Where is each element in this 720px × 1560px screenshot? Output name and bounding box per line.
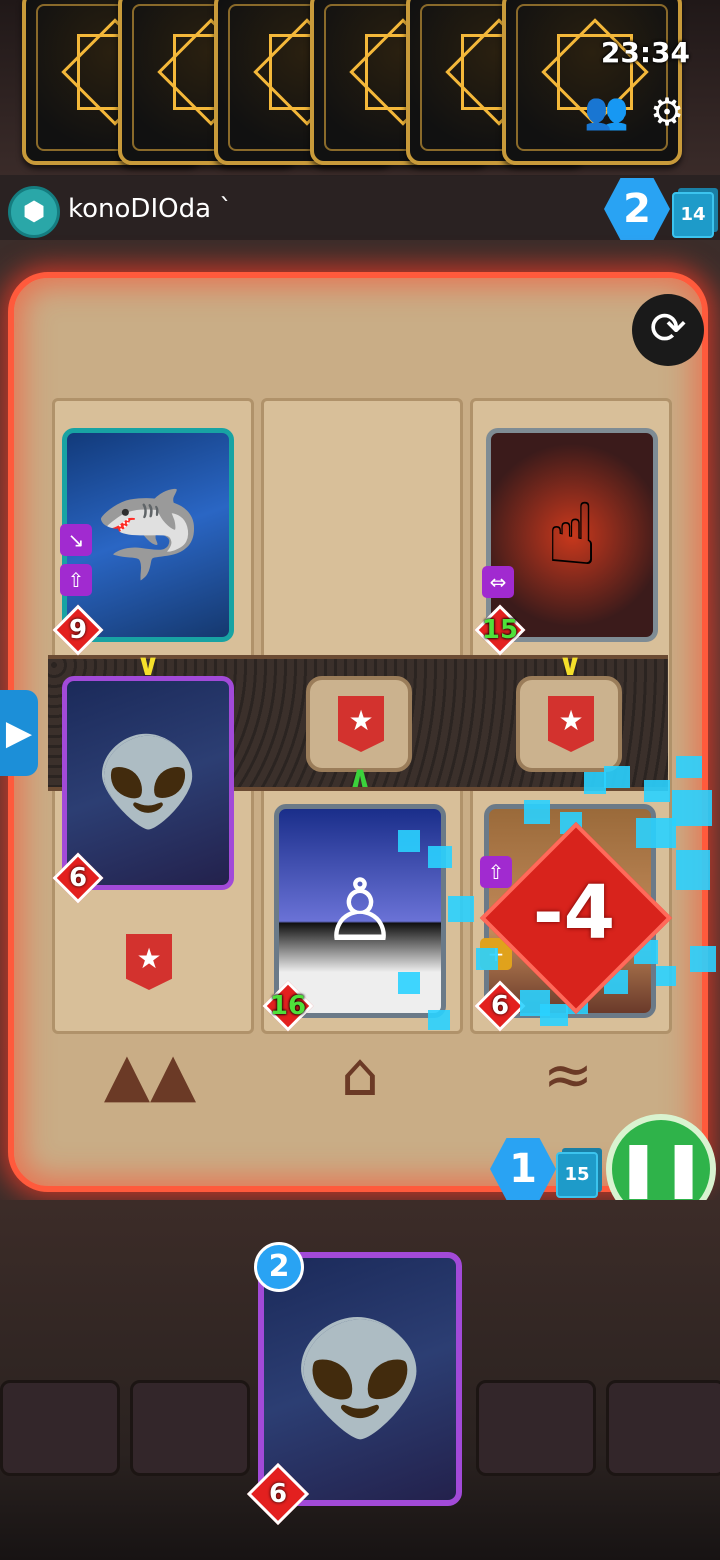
pixel-effect	[676, 756, 702, 778]
hand-card-cost: 2	[254, 1242, 304, 1292]
floor-panel	[606, 1380, 720, 1476]
opponent-avatar[interactable]: ⬢	[8, 186, 60, 238]
pixel-effect	[636, 818, 676, 848]
settings-button[interactable]: ⚙	[650, 90, 694, 134]
power-badge: 15	[474, 604, 526, 656]
base-flag-right: ★	[516, 676, 622, 772]
pixel-effect	[644, 780, 670, 802]
base-flag-middle: ★	[306, 676, 412, 772]
ability-swap-icon: ⇔	[482, 566, 514, 598]
mountain-icon: ▲▲	[103, 1040, 197, 1110]
floor-panel	[476, 1380, 596, 1476]
chevron-up-icon: ∧	[347, 760, 373, 795]
friends-button[interactable]: 👥	[584, 90, 629, 134]
waves-icon: ≈	[542, 1040, 594, 1110]
friends-icon: 👥	[584, 91, 629, 132]
pixel-effect	[690, 946, 716, 972]
base-flag-left: ★	[98, 918, 204, 1014]
bruiser-art: 👽	[94, 733, 202, 833]
side-panel-tab[interactable]: ▶	[0, 690, 38, 776]
opponent-deck-count: 14	[672, 192, 714, 238]
pixel-effect	[428, 846, 452, 868]
opponent-hand-card	[502, 0, 682, 165]
opponent-energy: 2	[604, 177, 670, 241]
pixel-effect	[428, 1010, 450, 1030]
star-icon: ★	[338, 696, 384, 752]
gear-icon: ⚙	[650, 90, 685, 134]
pixel-effect	[398, 830, 420, 852]
opponent-hand	[0, 0, 720, 175]
house-icon: ⌂	[340, 1040, 380, 1110]
cube-icon: ⬢	[22, 197, 46, 227]
floor-panel	[0, 1380, 120, 1476]
power-badge: 6	[474, 980, 526, 1032]
ability-arrow-icon: ↘	[60, 524, 92, 556]
star-icon: ★	[126, 934, 172, 990]
pixel-effect	[398, 972, 420, 994]
opponent-name[interactable]: konoDIOda `	[68, 194, 232, 224]
ability-up-icon: ⇧	[60, 564, 92, 596]
pixel-effect	[672, 790, 712, 826]
pixel-effect	[448, 896, 474, 922]
chevron-right-icon: ▶	[5, 713, 33, 753]
shark-art: 🦈	[94, 485, 202, 585]
pawn-art: ♙	[321, 861, 399, 961]
star-icon: ★	[548, 696, 594, 752]
pixel-effect	[676, 850, 710, 890]
status-time: 23:34	[600, 36, 690, 69]
pixel-effect	[656, 966, 676, 986]
floor-panel	[130, 1380, 250, 1476]
power-badge: 16	[262, 980, 314, 1032]
player-deck-count: 15	[556, 1152, 598, 1198]
damage-popup: -4	[532, 870, 616, 956]
pause-icon: ❚❚	[615, 1136, 707, 1199]
power-badge: 9	[52, 604, 104, 656]
finger-art: ☝	[545, 485, 599, 585]
pixel-effect	[524, 800, 550, 824]
pixel-effect	[584, 772, 606, 794]
pixel-effect	[604, 766, 630, 788]
undo-icon: ⟳	[649, 303, 687, 354]
chevron-down-icon: ∨	[557, 648, 583, 683]
power-badge: 6	[52, 852, 104, 904]
hand-card-power: 6	[246, 1462, 310, 1526]
bruiser-art: 👽	[291, 1315, 429, 1443]
pixel-effect	[540, 1004, 568, 1026]
undo-button[interactable]: ⟳	[632, 294, 704, 366]
